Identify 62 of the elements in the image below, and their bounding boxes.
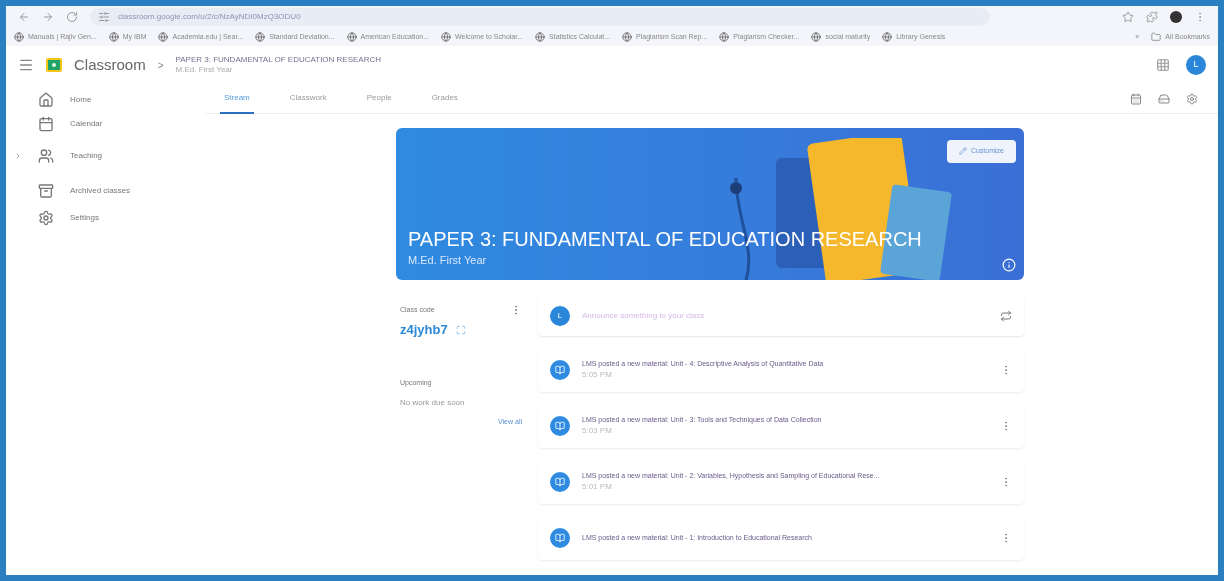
archive-icon: [38, 183, 54, 199]
address-bar[interactable]: classroom.google.com/u/2/c/NzAyNDI0MzQ3ODU0: [90, 8, 990, 26]
expand-icon[interactable]: [14, 152, 22, 160]
folder-icon: [1151, 32, 1162, 42]
globe-icon: [158, 32, 169, 42]
globe-icon: [622, 32, 633, 42]
class-code: z4jyhb7: [400, 321, 448, 339]
star-icon[interactable]: [1122, 11, 1134, 23]
fullscreen-icon[interactable]: [455, 324, 466, 335]
book-icon: [555, 421, 565, 431]
tab[interactable]: Stream: [220, 83, 254, 114]
globe-icon: [108, 32, 119, 42]
menu-icon[interactable]: [18, 57, 34, 73]
globe-icon: [882, 32, 893, 42]
book-icon: [555, 365, 565, 375]
user-avatar: L: [550, 306, 570, 326]
book-icon: [555, 533, 565, 543]
globe-icon: [811, 32, 822, 42]
apps-grid-icon[interactable]: [1156, 58, 1170, 72]
repost-icon[interactable]: [1000, 310, 1012, 322]
post-time: 5:01 PM: [582, 481, 613, 494]
sidebar-item[interactable]: Settings: [6, 206, 206, 230]
globe-icon: [535, 32, 545, 42]
home-icon: [38, 92, 54, 108]
tab[interactable]: Classwork: [285, 83, 331, 114]
globe-icon: [14, 32, 24, 42]
class-subtitle: M.Ed. First Year: [175, 65, 234, 75]
sidebar-item[interactable]: Calendar: [6, 112, 206, 136]
tab[interactable]: People: [362, 83, 396, 114]
forward-icon[interactable]: [42, 11, 54, 23]
post-time: 5:05 PM: [582, 369, 613, 382]
book-icon: [555, 477, 565, 487]
globe-icon: [719, 32, 730, 42]
app-name[interactable]: Classroom: [74, 53, 146, 77]
profile-avatar[interactable]: [1170, 11, 1182, 23]
banner-subtitle: M.Ed. First Year: [408, 252, 487, 268]
settings-icon: [38, 210, 54, 226]
upcoming-empty-text: No work due soon: [400, 396, 466, 409]
sidebar-item[interactable]: Teaching: [6, 136, 206, 176]
reload-icon[interactable]: [66, 11, 78, 23]
globe-icon: [346, 32, 357, 42]
announce-field[interactable]: Announce something to your class: [582, 310, 988, 322]
tab[interactable]: Grades: [427, 83, 462, 114]
classroom-logo-icon: [46, 58, 62, 72]
back-icon[interactable]: [18, 11, 30, 23]
site-settings-icon[interactable]: [98, 11, 110, 23]
class-title: PAPER 3: FUNDAMENTAL OF EDUCATION RESEARCH: [175, 55, 382, 65]
settings-icon[interactable]: [1186, 92, 1198, 105]
globe-icon: [255, 32, 266, 42]
globe-icon: [441, 32, 452, 42]
calendar-icon: [38, 116, 54, 132]
drive-icon[interactable]: [1158, 92, 1170, 105]
extensions-icon[interactable]: [1146, 11, 1158, 23]
people-icon: [38, 148, 54, 164]
sidebar-item[interactable]: Home: [6, 88, 206, 112]
calendar-icon[interactable]: [1130, 92, 1142, 105]
breadcrumb-separator: >: [157, 58, 164, 73]
info-icon[interactable]: [1002, 258, 1016, 272]
sidebar-item[interactable]: Archived classes: [6, 176, 206, 206]
pencil-icon: [958, 147, 967, 156]
post-time: 5:03 PM: [582, 425, 613, 438]
user-avatar[interactable]: L: [1186, 55, 1206, 75]
